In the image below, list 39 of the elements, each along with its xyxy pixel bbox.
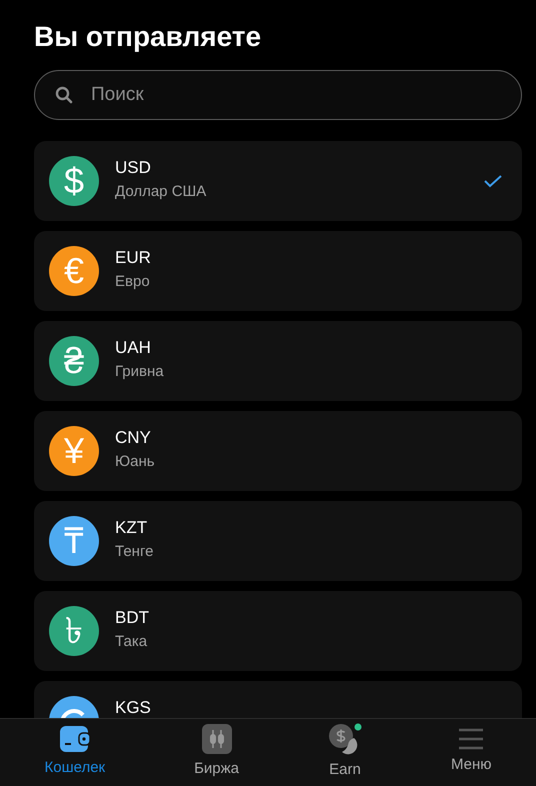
nav-tab[interactable]: Биржа [194, 724, 240, 781]
currency-coin-icon: ₴ [49, 336, 99, 386]
currency-code: CNY [115, 429, 152, 447]
currency-row[interactable]: ¥ CNY Юань [34, 411, 522, 491]
currency-name: Гривна [115, 362, 165, 382]
page-title: Вы отправляете [34, 20, 262, 54]
currency-name: Така [115, 632, 148, 652]
currency-coin-icon: $ [49, 156, 99, 206]
currency-row[interactable]: € EUR Евро [34, 231, 522, 311]
currency-name: Евро [115, 272, 151, 292]
currency-row[interactable]: $ USD Доллар США [34, 141, 522, 221]
currency-code: KGS [115, 699, 152, 717]
currency-row[interactable]: ₸ KZT Тенге [34, 501, 522, 581]
currency-code: EUR [115, 249, 152, 267]
currency-coin-icon: ¥ [49, 426, 99, 476]
currency-code: USD [115, 159, 152, 177]
currency-name: Тенге [115, 542, 154, 562]
currency-row[interactable]: ৳ BDT Така [34, 591, 522, 671]
check-icon [484, 174, 502, 188]
currency-name: Доллар США [115, 182, 208, 202]
currency-code: UAH [115, 339, 152, 357]
currency-row[interactable]: KGS [34, 681, 522, 718]
search-icon [55, 86, 73, 104]
search-field[interactable]: Поиск [34, 70, 522, 120]
currency-coin-icon: ₸ [49, 516, 99, 566]
currency-row[interactable]: ₴ UAH Гривна [34, 321, 522, 401]
dollar-coins-icon [328, 723, 362, 756]
currency-coin-icon: ৳ [49, 606, 99, 656]
wallet-icon [58, 725, 91, 754]
nav-tab[interactable]: Earn [328, 723, 362, 782]
currency-name: Юань [115, 452, 156, 472]
currency-code: BDT [115, 609, 150, 627]
menu-icon [458, 728, 484, 750]
currency-code: KZT [115, 519, 148, 537]
candlestick-icon [202, 724, 232, 754]
search-input[interactable]: Поиск [89, 80, 501, 110]
nav-tab[interactable]: Меню [450, 728, 492, 777]
nav-tab[interactable]: Кошелек [44, 725, 106, 780]
currency-coin-icon: € [49, 246, 99, 296]
